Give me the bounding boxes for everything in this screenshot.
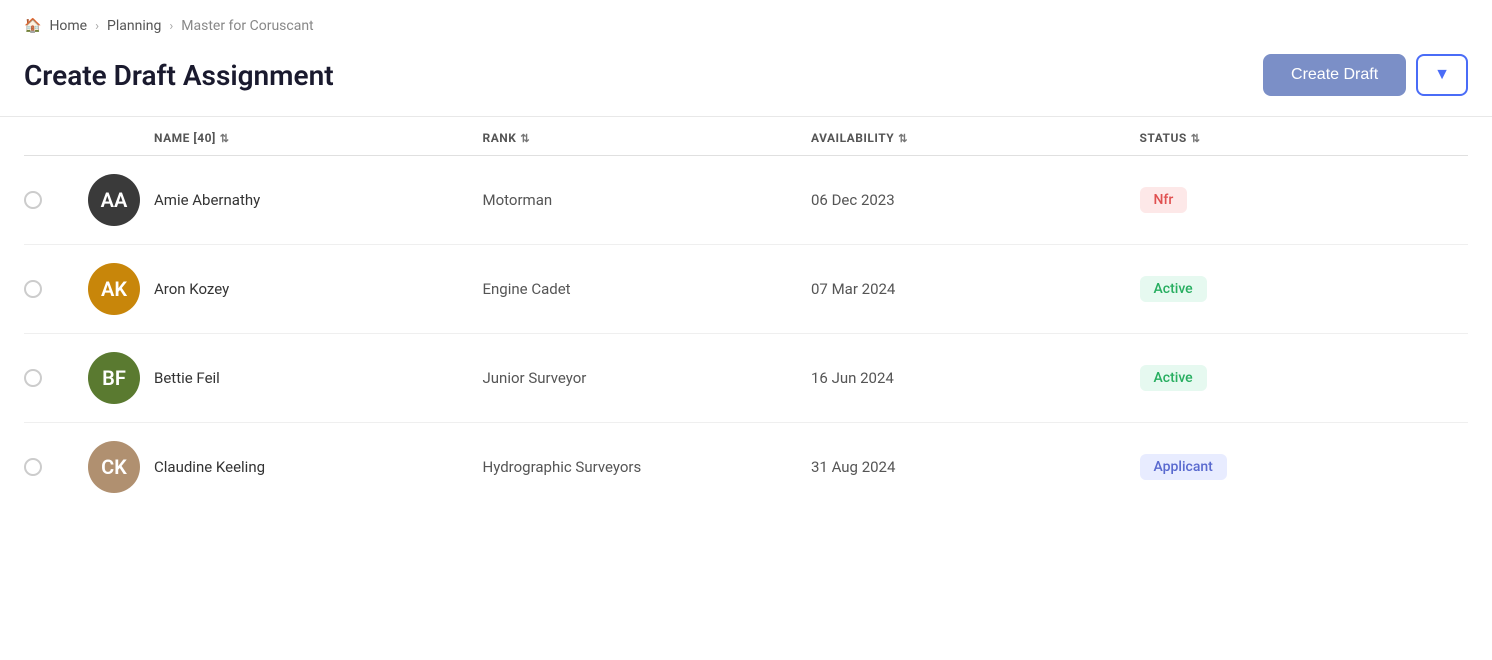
table-body: AA Amie Abernathy Motorman 06 Dec 2023 N… — [24, 156, 1468, 511]
name-cell-1: Amie Abernathy — [154, 191, 483, 209]
breadcrumb: 🏠 Home › Planning › Master for Coruscant — [0, 0, 1492, 44]
availability-cell-4: 31 Aug 2024 — [811, 458, 1140, 476]
rank-cell-1: Motorman — [483, 191, 812, 209]
page-title: Create Draft Assignment — [24, 59, 334, 92]
avatar-cell-3: BF — [74, 352, 154, 404]
breadcrumb-sep-1: › — [95, 19, 99, 34]
checkbox-1[interactable] — [24, 191, 42, 209]
filter-icon: ▼ — [1434, 66, 1450, 84]
status-badge-4: Applicant — [1140, 454, 1227, 480]
table-row: AK Aron Kozey Engine Cadet 07 Mar 2024 A… — [24, 245, 1468, 334]
row-checkbox-2[interactable] — [24, 280, 74, 298]
availability-cell-3: 16 Jun 2024 — [811, 369, 1140, 387]
rank-cell-3: Junior Surveyor — [483, 369, 812, 387]
avatar-1: AA — [88, 174, 140, 226]
header-actions: Create Draft ▼ — [1263, 54, 1468, 96]
table-header: NAME [40] ⇅ RANK ⇅ AVAILABILITY ⇅ STATUS… — [24, 117, 1468, 156]
sort-availability-icon[interactable]: ⇅ — [898, 132, 908, 145]
status-badge-2: Active — [1140, 276, 1207, 302]
row-checkbox-3[interactable] — [24, 369, 74, 387]
create-draft-button[interactable]: Create Draft — [1263, 54, 1406, 96]
rank-cell-2: Engine Cadet — [483, 280, 812, 298]
status-cell-2: Active — [1140, 276, 1469, 302]
col-name: NAME [40] ⇅ — [154, 131, 483, 145]
name-cell-4: Claudine Keeling — [154, 458, 483, 476]
avatar-cell-4: CK — [74, 441, 154, 493]
table-row: AA Amie Abernathy Motorman 06 Dec 2023 N… — [24, 156, 1468, 245]
status-cell-3: Active — [1140, 365, 1469, 391]
col-rank: RANK ⇅ — [483, 131, 812, 145]
sort-rank-icon[interactable]: ⇅ — [520, 132, 530, 145]
row-checkbox-4[interactable] — [24, 458, 74, 476]
table-row: BF Bettie Feil Junior Surveyor 16 Jun 20… — [24, 334, 1468, 423]
sort-status-icon[interactable]: ⇅ — [1191, 132, 1201, 145]
checkbox-2[interactable] — [24, 280, 42, 298]
crew-table: NAME [40] ⇅ RANK ⇅ AVAILABILITY ⇅ STATUS… — [0, 117, 1492, 511]
table-row: CK Claudine Keeling Hydrographic Surveyo… — [24, 423, 1468, 511]
checkbox-3[interactable] — [24, 369, 42, 387]
name-cell-2: Aron Kozey — [154, 280, 483, 298]
col-checkbox — [24, 131, 74, 145]
avatar-4: CK — [88, 441, 140, 493]
col-avatar — [74, 131, 154, 145]
col-status: STATUS ⇅ — [1140, 131, 1469, 145]
avatar-3: BF — [88, 352, 140, 404]
home-icon: 🏠 — [24, 18, 41, 34]
breadcrumb-planning[interactable]: Planning — [107, 18, 161, 34]
status-cell-1: Nfr — [1140, 187, 1469, 213]
breadcrumb-sep-2: › — [169, 19, 173, 34]
avatar-2: AK — [88, 263, 140, 315]
avatar-cell-1: AA — [74, 174, 154, 226]
status-cell-4: Applicant — [1140, 454, 1469, 480]
col-availability: AVAILABILITY ⇅ — [811, 131, 1140, 145]
status-badge-1: Nfr — [1140, 187, 1188, 213]
breadcrumb-current: Master for Coruscant — [181, 18, 313, 34]
breadcrumb-home[interactable]: Home — [49, 18, 87, 34]
availability-cell-1: 06 Dec 2023 — [811, 191, 1140, 209]
avatar-cell-2: AK — [74, 263, 154, 315]
page-header: Create Draft Assignment Create Draft ▼ — [0, 44, 1492, 116]
checkbox-4[interactable] — [24, 458, 42, 476]
name-cell-3: Bettie Feil — [154, 369, 483, 387]
availability-cell-2: 07 Mar 2024 — [811, 280, 1140, 298]
row-checkbox-1[interactable] — [24, 191, 74, 209]
status-badge-3: Active — [1140, 365, 1207, 391]
rank-cell-4: Hydrographic Surveyors — [483, 458, 812, 476]
sort-name-icon[interactable]: ⇅ — [220, 132, 230, 145]
filter-button[interactable]: ▼ — [1416, 54, 1468, 96]
